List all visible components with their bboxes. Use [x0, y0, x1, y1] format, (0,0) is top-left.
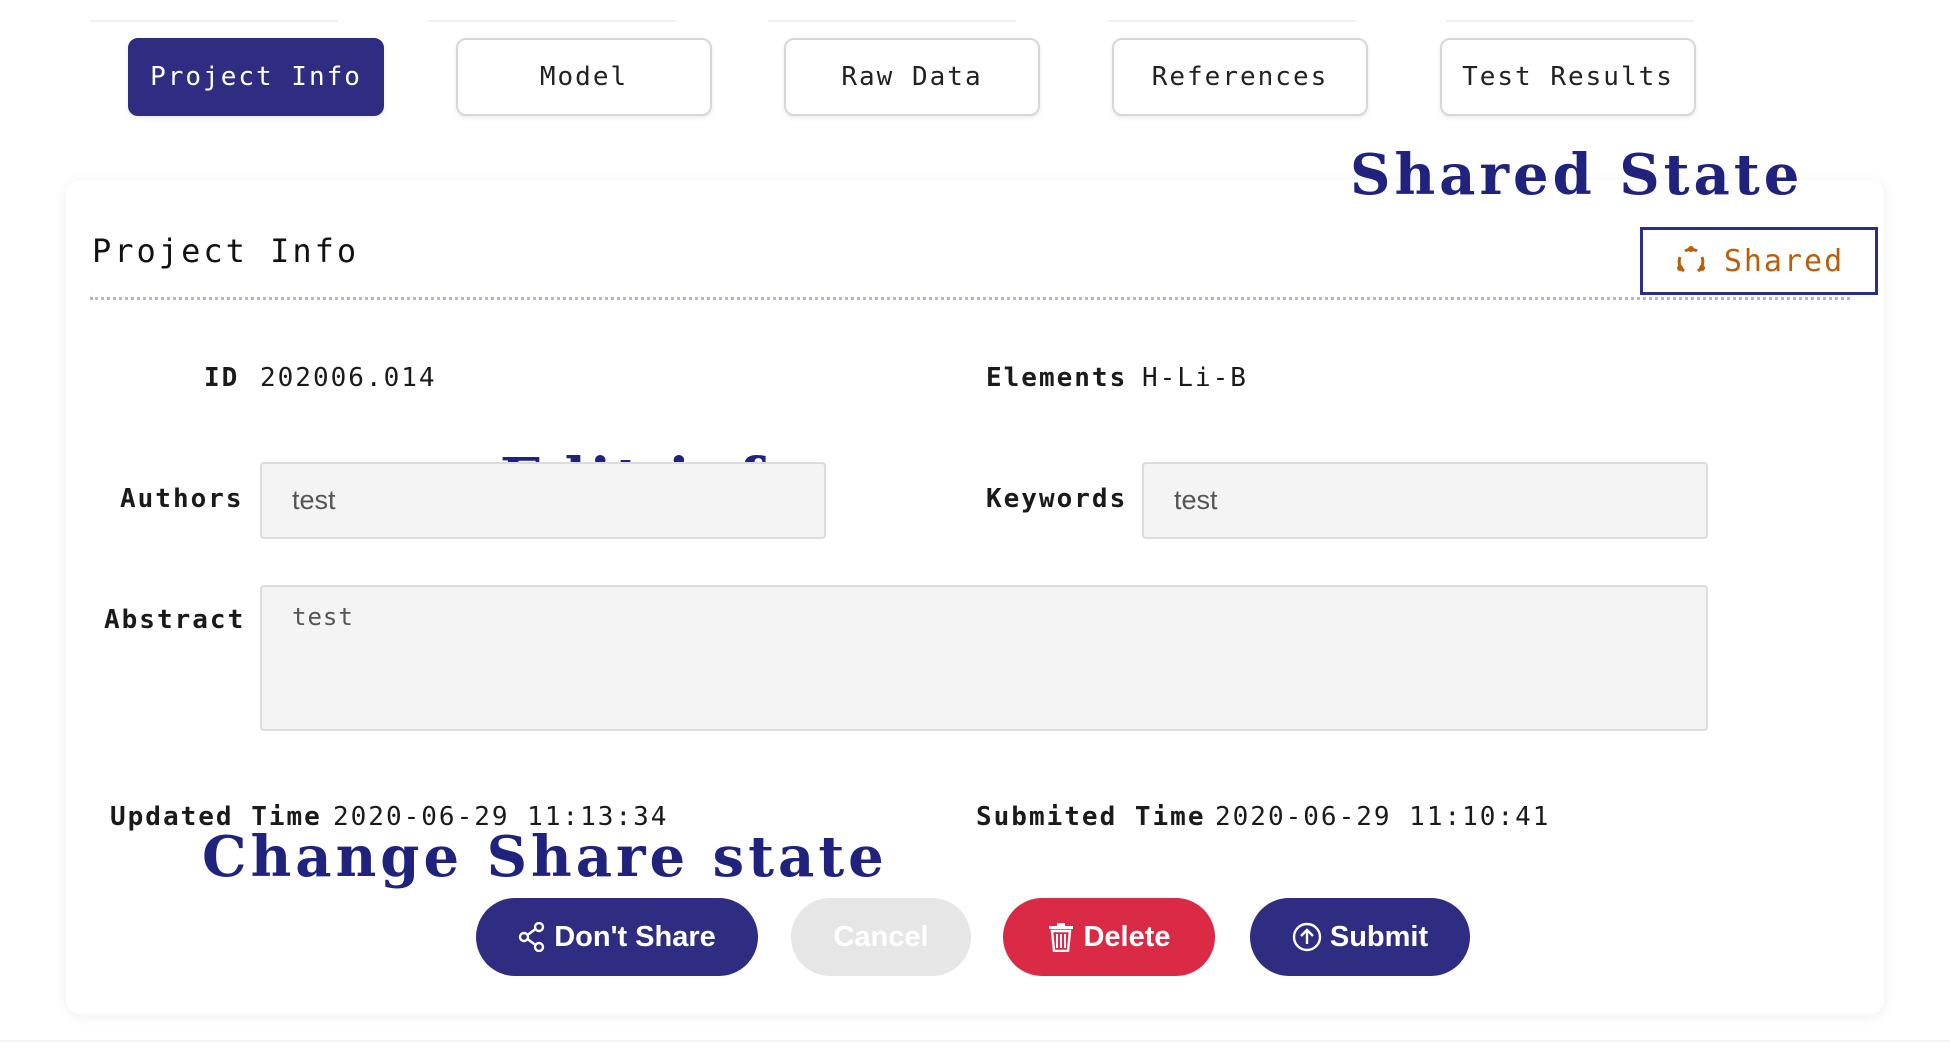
section-divider	[90, 297, 1850, 300]
submitted-time-value: 2020-06-29 11:10:41	[1215, 802, 1551, 832]
top-divider	[428, 20, 676, 22]
authors-label: Authors	[120, 484, 244, 514]
elements-label: Elements	[986, 363, 1128, 393]
submit-label: Submit	[1329, 920, 1429, 953]
sync-circle-icon	[1674, 244, 1708, 278]
shared-status-badge[interactable]: Shared	[1640, 227, 1878, 295]
submit-button[interactable]: Submit	[1250, 898, 1470, 976]
abstract-textarea-value: test	[292, 603, 354, 631]
cancel-button[interactable]: Cancel	[791, 898, 971, 976]
trash-icon	[1047, 922, 1075, 952]
dont-share-label: Don't Share	[554, 920, 716, 953]
id-value: 202006.014	[260, 363, 437, 393]
tab-references[interactable]: References	[1112, 38, 1368, 116]
elements-value: H-Li-B	[1142, 363, 1248, 393]
submitted-time-label: Submited Time	[976, 802, 1206, 832]
tab-test-results[interactable]: Test Results	[1440, 38, 1696, 116]
section-title: Project Info	[92, 232, 360, 270]
tab-project-info[interactable]: Project Info	[128, 38, 384, 116]
top-divider	[1108, 20, 1356, 22]
delete-button[interactable]: Delete	[1003, 898, 1215, 976]
authors-input[interactable]: test	[260, 462, 826, 539]
dont-share-button[interactable]: Don't Share	[476, 898, 758, 976]
keywords-input[interactable]: test	[1142, 462, 1708, 539]
annotation-shared-state: Shared State	[1350, 142, 1804, 208]
top-divider	[1446, 20, 1694, 22]
bottom-divider	[0, 1040, 1950, 1042]
authors-input-value: test	[292, 485, 336, 515]
annotation-change-share-state: Change Share state	[202, 824, 888, 890]
share-icon	[518, 922, 546, 952]
cancel-label: Cancel	[833, 920, 929, 953]
updated-time-value: 2020-06-29 11:13:34	[333, 802, 669, 832]
keywords-input-value: test	[1174, 485, 1218, 515]
upload-circle-icon	[1292, 922, 1322, 952]
shared-status-label: Shared	[1723, 243, 1845, 279]
abstract-label: Abstract	[104, 605, 246, 635]
abstract-textarea[interactable]: test	[260, 585, 1708, 731]
top-divider	[90, 20, 338, 22]
tab-raw-data[interactable]: Raw Data	[784, 38, 1040, 116]
delete-label: Delete	[1083, 920, 1171, 953]
updated-time-label: Updated Time	[110, 802, 322, 832]
id-label: ID	[204, 363, 240, 393]
keywords-label: Keywords	[986, 484, 1128, 514]
tab-model[interactable]: Model	[456, 38, 712, 116]
top-divider	[768, 20, 1016, 22]
